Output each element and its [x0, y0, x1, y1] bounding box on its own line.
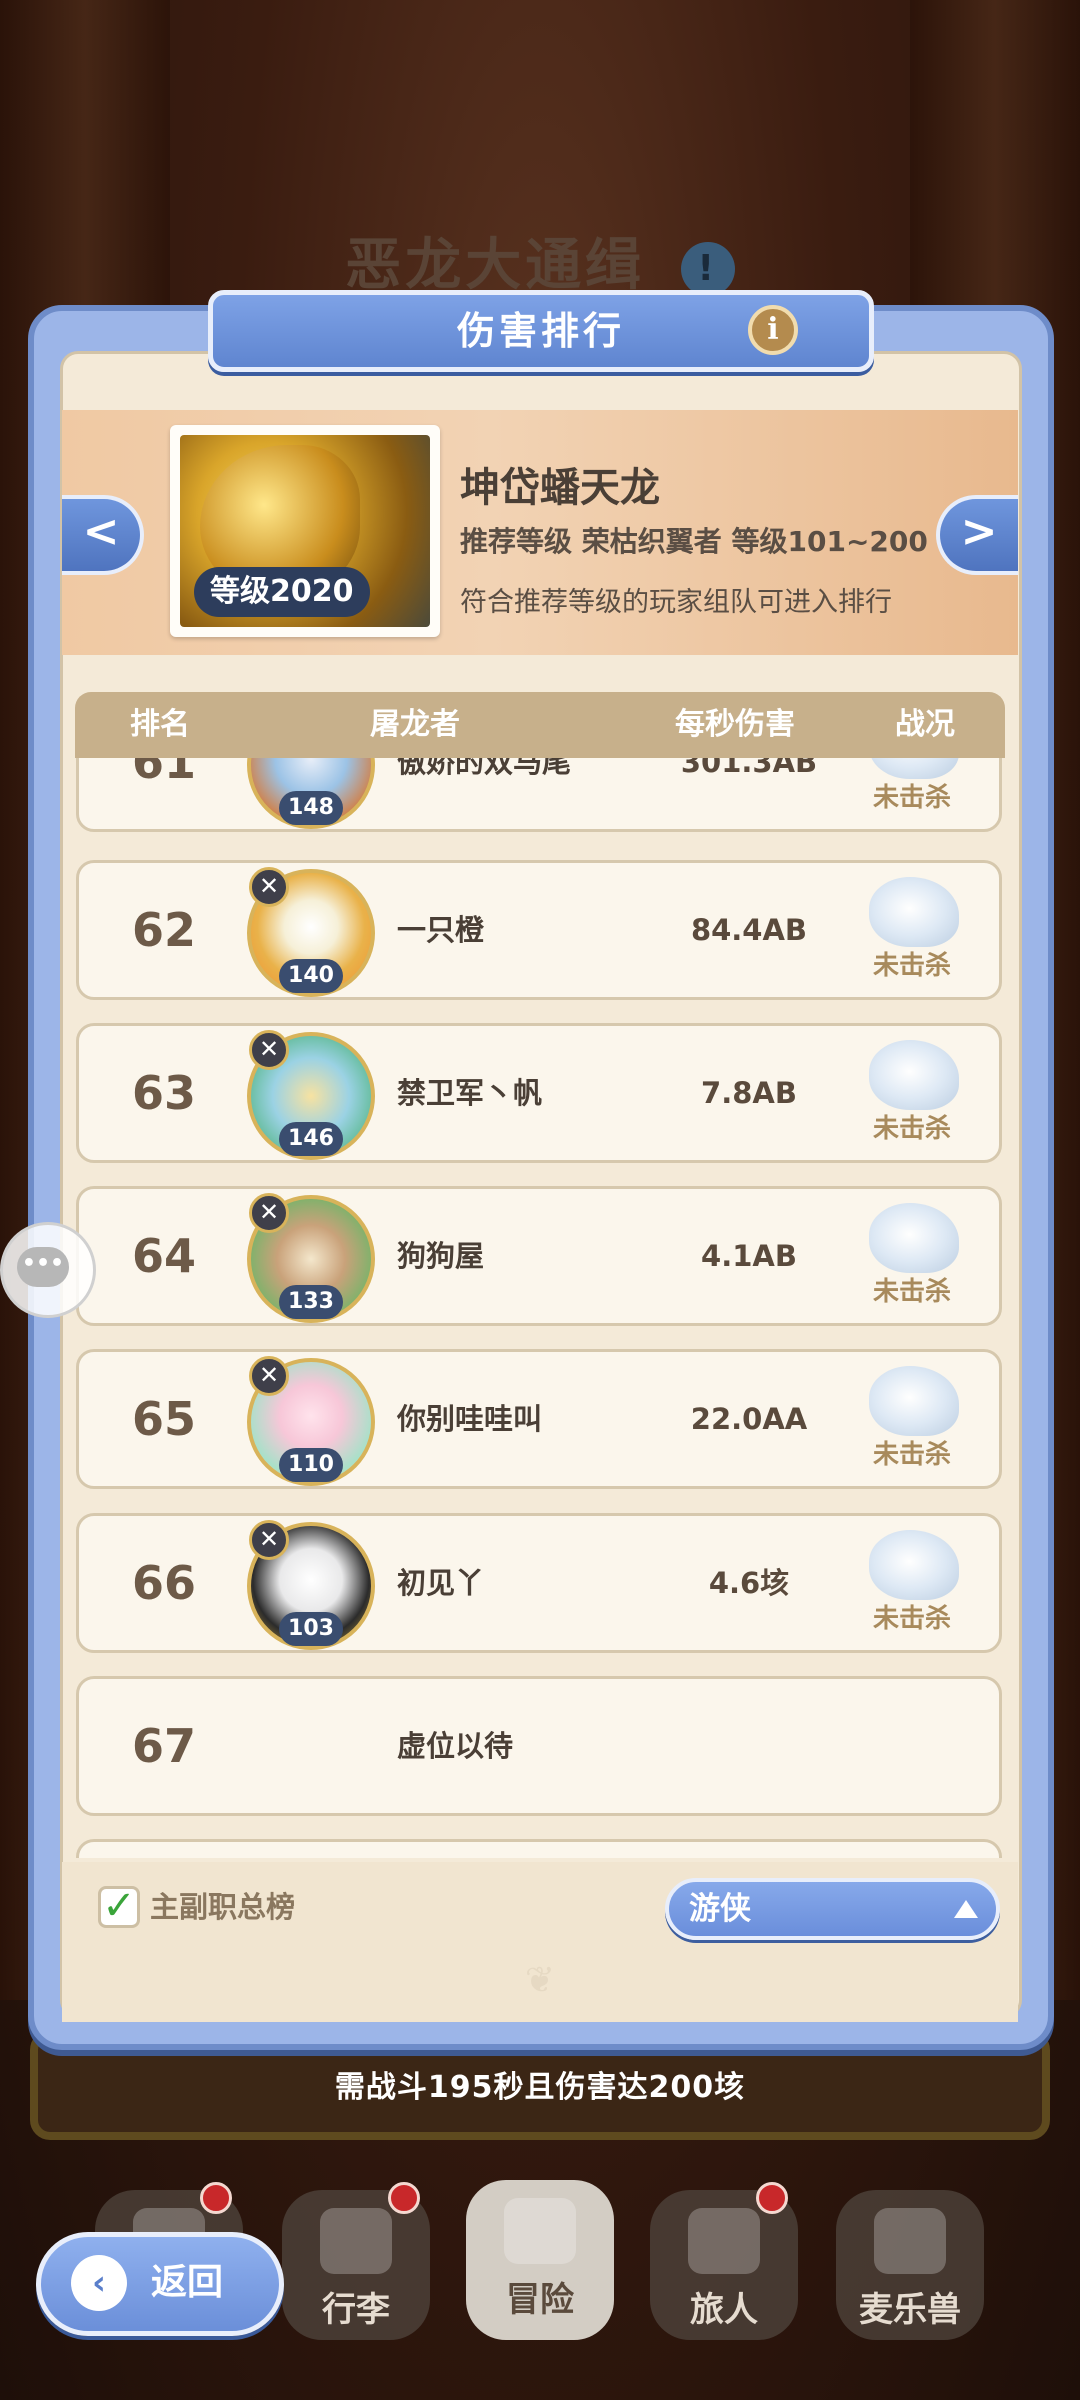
row-rank: 62 — [131, 903, 196, 957]
nav-pet[interactable]: 麦乐兽 — [836, 2190, 984, 2340]
next-boss-button[interactable]: > — [936, 495, 1018, 575]
avatar-level: 148 — [279, 791, 343, 825]
dragon-icon — [869, 758, 959, 779]
boss-image: 等级2020 — [180, 435, 430, 627]
back-arrow-icon: ‹ — [71, 2255, 127, 2311]
row-damage: 301.3AB — [680, 758, 818, 779]
boss-level-badge: 等级2020 — [194, 567, 370, 617]
dragon-icon — [869, 1366, 959, 1436]
main-sub-class-checkbox[interactable]: ✓ — [98, 1886, 140, 1928]
background-title-text: 恶龙大通缉 — [345, 233, 646, 298]
avatar-level: 103 — [279, 1612, 343, 1646]
nav-bag-label: 行李 — [322, 2290, 390, 2330]
luggage-icon — [320, 2208, 392, 2274]
boss-name: 坤岱蟠天龙 — [460, 465, 660, 511]
avatar-level: 133 — [279, 1285, 343, 1319]
table-row[interactable]: 61 148 傲娇的双马尾 301.3AB 未击杀 — [76, 758, 1002, 832]
row-player-name: 狗狗屋 — [397, 1239, 485, 1273]
nav-adventure-label: 冒险 — [506, 2280, 574, 2320]
table-row[interactable]: 65 ✕ 110 你别哇哇叫 22.0AA 未击杀 — [76, 1349, 1002, 1489]
nav-pet-label: 麦乐兽 — [859, 2290, 961, 2330]
avatar-level: 140 — [279, 959, 343, 993]
dragon-icon — [869, 1530, 959, 1600]
row-damage: 7.8AB — [701, 1076, 797, 1110]
row-rank: 67 — [131, 1719, 196, 1773]
avatar-level: 146 — [279, 1122, 343, 1156]
boss-recommendation: 推荐等级 荣枯织翼者 等级101~200 — [460, 525, 928, 558]
chat-icon: ••• — [17, 1247, 69, 1287]
row-status: 未击杀 — [872, 1277, 951, 1307]
crossed-swords-icon: ✕ — [249, 1520, 289, 1560]
dragon-icon — [869, 877, 959, 947]
back-button-label: 返回 — [151, 2262, 224, 2303]
traveler-icon — [688, 2208, 760, 2274]
dragon-icon — [869, 1040, 959, 1110]
crossed-swords-icon: ✕ — [249, 1356, 289, 1396]
table-row[interactable]: 66 ✕ 103 初见丫 4.6垓 未击杀 — [76, 1513, 1002, 1653]
back-button[interactable]: ‹ 返回 — [36, 2232, 284, 2336]
row-player-name: 傲娇的双马尾 — [397, 758, 572, 779]
fox-pet-icon — [874, 2208, 946, 2274]
decorative-ornament-icon: ❦ — [524, 1960, 556, 2001]
crossed-swords-icon: ✕ — [249, 867, 289, 907]
class-select-value: 游侠 — [689, 1891, 751, 1927]
class-select-dropdown[interactable]: 游侠 — [665, 1878, 1000, 1940]
chevron-left-icon: < — [82, 506, 120, 557]
row-status: 未击杀 — [872, 783, 951, 813]
nav-adventure[interactable]: 冒险 — [466, 2180, 614, 2340]
info-icon[interactable]: i — [748, 305, 798, 355]
notification-dot — [200, 2182, 232, 2214]
row-status: 未击杀 — [872, 1604, 951, 1634]
prev-boss-button[interactable]: < — [62, 495, 144, 575]
table-row[interactable]: 64 ✕ 133 狗狗屋 4.1AB 未击杀 — [76, 1186, 1002, 1326]
row-player-name: 你别哇哇叫 — [397, 1402, 543, 1436]
row-damage: 84.4AB — [690, 913, 808, 947]
background-title: 恶龙大通缉 ! — [0, 220, 1080, 301]
ranking-table-header: 排名 屠龙者 每秒伤害 战况 — [75, 692, 1005, 758]
chevron-right-icon: > — [960, 506, 998, 557]
row-player-name: 禁卫军丶帆 — [397, 1076, 543, 1110]
boss-note: 符合推荐等级的玩家组队可进入排行 — [460, 587, 892, 618]
notification-dot — [756, 2182, 788, 2214]
notification-dot — [388, 2182, 420, 2214]
header-rank: 排名 — [130, 707, 190, 742]
row-status: 未击杀 — [872, 951, 951, 981]
row-player-name: 一只橙 — [397, 913, 485, 947]
row-status: 未击杀 — [872, 1114, 951, 1144]
boss-portrait: 等级2020 — [170, 425, 440, 637]
nav-traveler-label: 旅人 — [690, 2290, 758, 2330]
crossed-swords-icon: ✕ — [249, 1193, 289, 1233]
crossed-swords-icon — [504, 2198, 576, 2264]
table-row[interactable]: 62 ✕ 140 一只橙 84.4AB 未击杀 — [76, 860, 1002, 1000]
row-damage: 22.0AA — [690, 1402, 808, 1436]
row-placeholder-text: 虚位以待 — [397, 1729, 514, 1763]
caret-up-icon — [954, 1900, 978, 1918]
header-dps: 每秒伤害 — [675, 707, 795, 742]
avatar-level: 110 — [279, 1448, 343, 1482]
row-rank: 66 — [131, 1556, 196, 1610]
row-damage: 4.1AB — [701, 1239, 797, 1273]
dragon-icon — [869, 1203, 959, 1273]
checkbox-label: 主副职总榜 — [150, 1890, 296, 1924]
table-row-empty: 67 虚位以待 — [76, 1676, 1002, 1816]
table-row[interactable]: 63 ✕ 146 禁卫军丶帆 7.8AB 未击杀 — [76, 1023, 1002, 1163]
row-rank: 64 — [131, 1229, 196, 1283]
row-status: 未击杀 — [872, 1440, 951, 1470]
table-row-partial — [76, 1839, 1002, 1858]
crossed-swords-icon: ✕ — [249, 1030, 289, 1070]
header-player: 屠龙者 — [370, 707, 460, 742]
row-rank: 61 — [131, 758, 196, 789]
chat-button[interactable]: ••• — [0, 1222, 96, 1318]
checkmark-icon: ✓ — [102, 1883, 136, 1929]
header-status: 战况 — [895, 707, 955, 742]
row-player-name: 初见丫 — [397, 1566, 485, 1600]
row-rank: 63 — [131, 1066, 196, 1120]
row-damage: 4.6垓 — [708, 1566, 790, 1600]
row-rank: 65 — [131, 1392, 196, 1446]
background-title-badge: ! — [680, 241, 735, 296]
battle-requirement: 需战斗195秒且伤害达200垓 — [334, 2070, 746, 2105]
ranking-list[interactable]: 61 148 傲娇的双马尾 301.3AB 未击杀 62 ✕ 140 一只橙 8… — [70, 758, 1010, 1858]
